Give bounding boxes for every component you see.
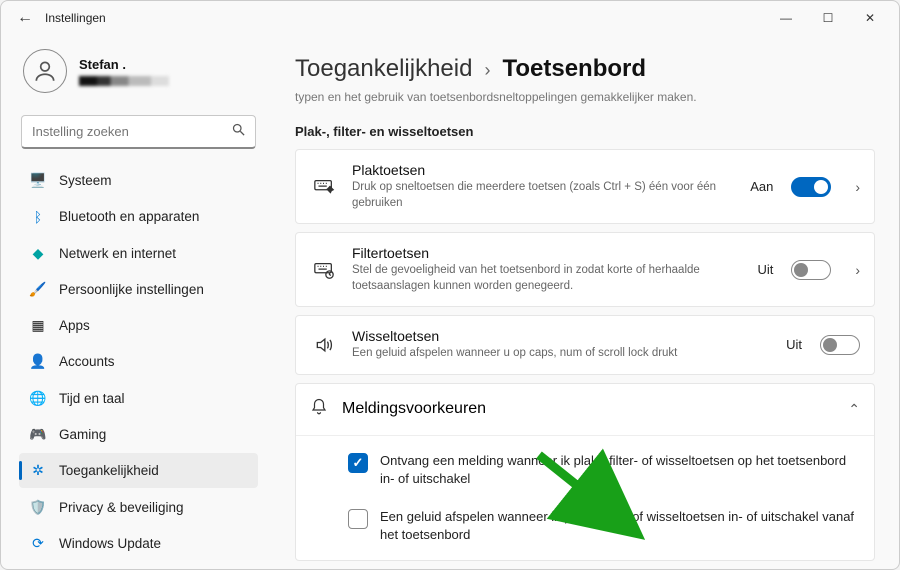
filter-keys-toggle[interactable] bbox=[791, 260, 831, 280]
filter-keys-row[interactable]: Filtertoetsen Stel de gevoeligheid van h… bbox=[295, 232, 875, 307]
filter-keys-state: Uit bbox=[757, 262, 773, 277]
nav-icon: 🖌️ bbox=[29, 281, 47, 298]
maximize-button[interactable]: ☐ bbox=[807, 4, 849, 32]
nav-icon: 🎮 bbox=[29, 426, 47, 443]
sticky-keys-title: Plaktoetsen bbox=[352, 162, 736, 178]
sidebar-item-label: Privacy & beveiliging bbox=[59, 500, 184, 515]
sidebar-item-label: Bluetooth en apparaten bbox=[59, 209, 199, 224]
sticky-keys-toggle[interactable] bbox=[791, 177, 831, 197]
user-block[interactable]: Stefan . bbox=[19, 43, 258, 107]
notify-checkbox-1[interactable] bbox=[348, 453, 368, 473]
close-button[interactable]: ✕ bbox=[849, 4, 891, 32]
sidebar-item-windows-update[interactable]: ⟳ Windows Update bbox=[19, 526, 258, 561]
settings-window: ← Instellingen — ☐ ✕ Stefan . bbox=[0, 0, 900, 570]
sidebar-item-label: Toegankelijkheid bbox=[59, 463, 159, 478]
notification-prefs-expander: Meldingsvoorkeuren ⌃ Ontvang een melding… bbox=[295, 383, 875, 562]
sidebar-item-gaming[interactable]: 🎮 Gaming bbox=[19, 417, 258, 452]
sidebar-item-label: Tijd en taal bbox=[59, 391, 125, 406]
sidebar-item-netwerk-en-internet[interactable]: ◆ Netwerk en internet bbox=[19, 236, 258, 271]
chevron-up-icon: ⌃ bbox=[848, 401, 860, 418]
titlebar: ← Instellingen — ☐ ✕ bbox=[1, 1, 899, 35]
nav-icon: 🖥️ bbox=[29, 172, 47, 189]
chevron-right-icon: › bbox=[484, 60, 490, 81]
sidebar-item-label: Apps bbox=[59, 318, 90, 333]
nav-icon: 👤 bbox=[29, 353, 47, 370]
sidebar-item-label: Netwerk en internet bbox=[59, 246, 176, 261]
sidebar: Stefan . 🖥️ Systeem ᛒ Bluetooth en apparate… bbox=[1, 35, 271, 569]
sound-icon bbox=[310, 335, 338, 355]
notification-prefs-header[interactable]: Meldingsvoorkeuren ⌃ bbox=[296, 384, 874, 435]
toggle-keys-title: Wisseltoetsen bbox=[352, 328, 772, 344]
notify-option-2[interactable]: Een geluid afspelen wanneer ik plak-, fi… bbox=[344, 498, 860, 554]
section-heading: Plak-, filter- en wisseltoetsen bbox=[295, 124, 875, 139]
nav-icon: 🛡️ bbox=[29, 499, 47, 516]
search-icon bbox=[231, 122, 246, 142]
user-sub-redacted bbox=[79, 76, 169, 86]
breadcrumb: Toegankelijkheid › Toetsenbord bbox=[295, 35, 875, 89]
toggle-keys-row[interactable]: Wisseltoetsen Een geluid afspelen wannee… bbox=[295, 315, 875, 375]
nav-icon: ⟳ bbox=[29, 535, 47, 552]
sidebar-item-label: Windows Update bbox=[59, 536, 161, 551]
notification-prefs-body: Ontvang een melding wanneer ik plak-, fi… bbox=[296, 435, 874, 561]
notification-prefs-title: Meldingsvoorkeuren bbox=[342, 400, 824, 418]
chevron-right-icon[interactable]: › bbox=[855, 262, 860, 278]
sidebar-item-privacy-beveiliging[interactable]: 🛡️ Privacy & beveiliging bbox=[19, 489, 258, 524]
page-title: Toetsenbord bbox=[502, 55, 646, 83]
sidebar-item-tijd-en-taal[interactable]: 🌐 Tijd en taal bbox=[19, 381, 258, 416]
nav-icon: ᛒ bbox=[29, 209, 47, 225]
toggle-keys-sub: Een geluid afspelen wanneer u op caps, n… bbox=[352, 346, 772, 362]
sidebar-item-apps[interactable]: ▦ Apps bbox=[19, 308, 258, 343]
notify-option-1[interactable]: Ontvang een melding wanneer ik plak-, fi… bbox=[344, 442, 860, 498]
search-input[interactable] bbox=[21, 115, 256, 149]
sidebar-item-label: Gaming bbox=[59, 427, 106, 442]
nav-icon: ◆ bbox=[29, 245, 47, 262]
sidebar-item-label: Persoonlijke instellingen bbox=[59, 282, 204, 297]
breadcrumb-parent[interactable]: Toegankelijkheid bbox=[295, 55, 472, 83]
sidebar-item-label: Accounts bbox=[59, 354, 115, 369]
toggle-keys-state: Uit bbox=[786, 337, 802, 352]
chevron-right-icon[interactable]: › bbox=[855, 179, 860, 195]
sidebar-item-bluetooth-en-apparaten[interactable]: ᛒ Bluetooth en apparaten bbox=[19, 199, 258, 234]
sticky-keys-sub: Druk op sneltoetsen die meerdere toetsen… bbox=[352, 180, 736, 211]
sidebar-item-toegankelijkheid[interactable]: ✲ Toegankelijkheid bbox=[19, 453, 258, 488]
sticky-keys-state: Aan bbox=[750, 179, 773, 194]
nav-icon: ▦ bbox=[29, 317, 47, 334]
keyboard-clock-icon bbox=[310, 259, 338, 281]
user-name: Stefan . bbox=[79, 57, 169, 72]
keyboard-pointer-icon bbox=[310, 176, 338, 198]
filter-keys-title: Filtertoetsen bbox=[352, 245, 743, 261]
sidebar-item-systeem[interactable]: 🖥️ Systeem bbox=[19, 163, 258, 198]
main-content: Toegankelijkheid › Toetsenbord typen en … bbox=[271, 35, 899, 569]
nav-icon: 🌐 bbox=[29, 390, 47, 407]
nav: 🖥️ Systeem ᛒ Bluetooth en apparaten ◆ Netwerk… bbox=[19, 163, 258, 561]
notify-checkbox-2[interactable] bbox=[348, 509, 368, 529]
avatar bbox=[23, 49, 67, 93]
sidebar-item-accounts[interactable]: 👤 Accounts bbox=[19, 344, 258, 379]
window-title: Instellingen bbox=[45, 11, 106, 25]
back-button[interactable]: ← bbox=[9, 9, 41, 27]
filter-keys-sub: Stel de gevoeligheid van het toetsenbord… bbox=[352, 263, 743, 294]
search-wrap bbox=[21, 115, 256, 149]
sidebar-item-label: Systeem bbox=[59, 173, 112, 188]
notify-label-2: Een geluid afspelen wanneer ik plak-, fi… bbox=[380, 508, 856, 544]
nav-icon: ✲ bbox=[29, 462, 47, 479]
minimize-button[interactable]: — bbox=[765, 4, 807, 32]
toggle-keys-toggle[interactable] bbox=[820, 335, 860, 355]
notify-label-1: Ontvang een melding wanneer ik plak-, fi… bbox=[380, 452, 856, 488]
sticky-keys-row[interactable]: Plaktoetsen Druk op sneltoetsen die meer… bbox=[295, 149, 875, 224]
sidebar-item-persoonlijke-instellingen[interactable]: 🖌️ Persoonlijke instellingen bbox=[19, 272, 258, 307]
bell-icon bbox=[310, 398, 328, 421]
clipped-description: typen en het gebruik van toetsenbordsnel… bbox=[295, 89, 875, 118]
